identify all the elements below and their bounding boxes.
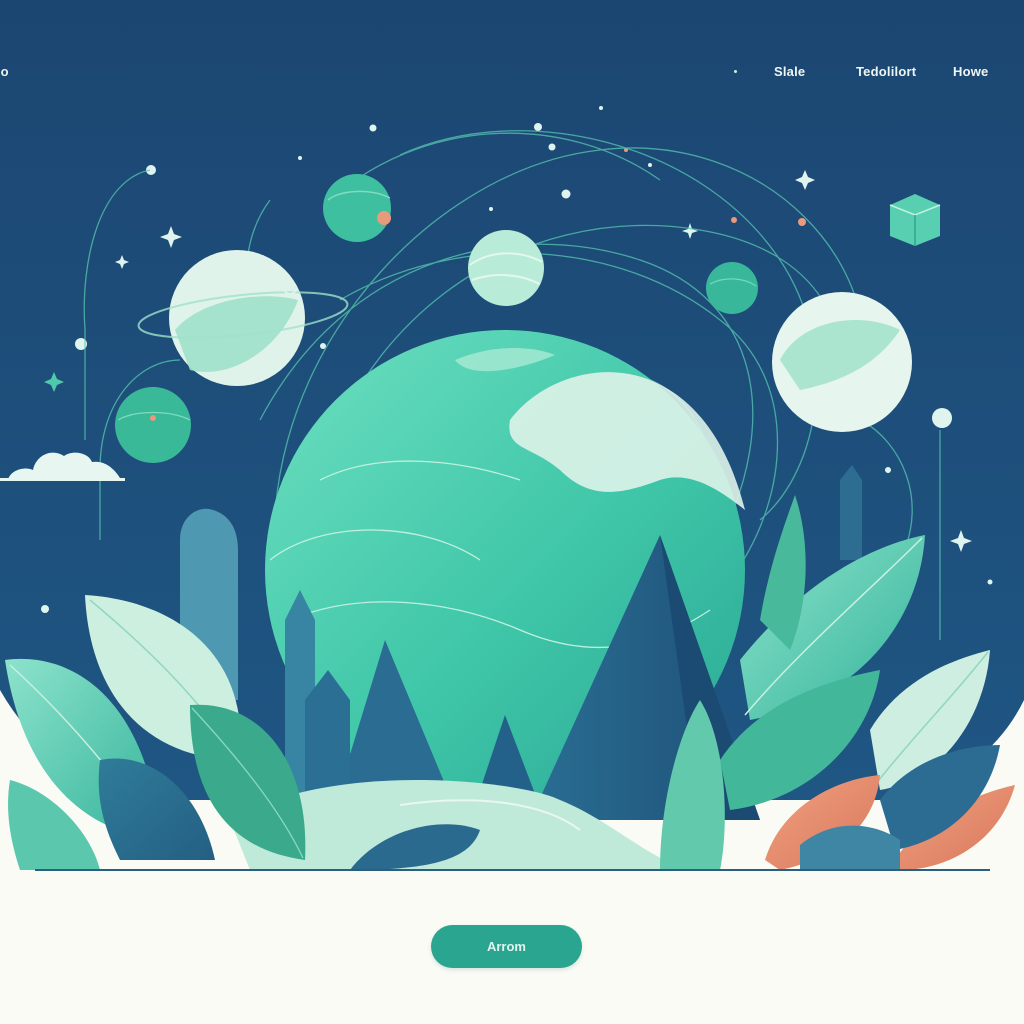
- primary-cta-button[interactable]: Arrom: [431, 925, 582, 968]
- small-teal-planet: [706, 262, 758, 314]
- nav-dot-icon: [734, 70, 737, 73]
- top-navigation: jo Slale Tedolilort Howe: [0, 60, 1024, 84]
- nav-link-3[interactable]: Howe: [953, 64, 988, 79]
- green-planet-left: [115, 387, 191, 463]
- hero-illustration: [0, 0, 1024, 871]
- logo-text[interactable]: jo: [0, 64, 9, 79]
- cube-icon: [889, 194, 941, 246]
- nav-link-2[interactable]: Tedolilort: [856, 64, 916, 79]
- nav-link-1[interactable]: Slale: [774, 64, 805, 79]
- white-planet-right: [772, 292, 912, 432]
- teal-planet-small: [323, 174, 391, 242]
- pale-planet: [468, 230, 544, 306]
